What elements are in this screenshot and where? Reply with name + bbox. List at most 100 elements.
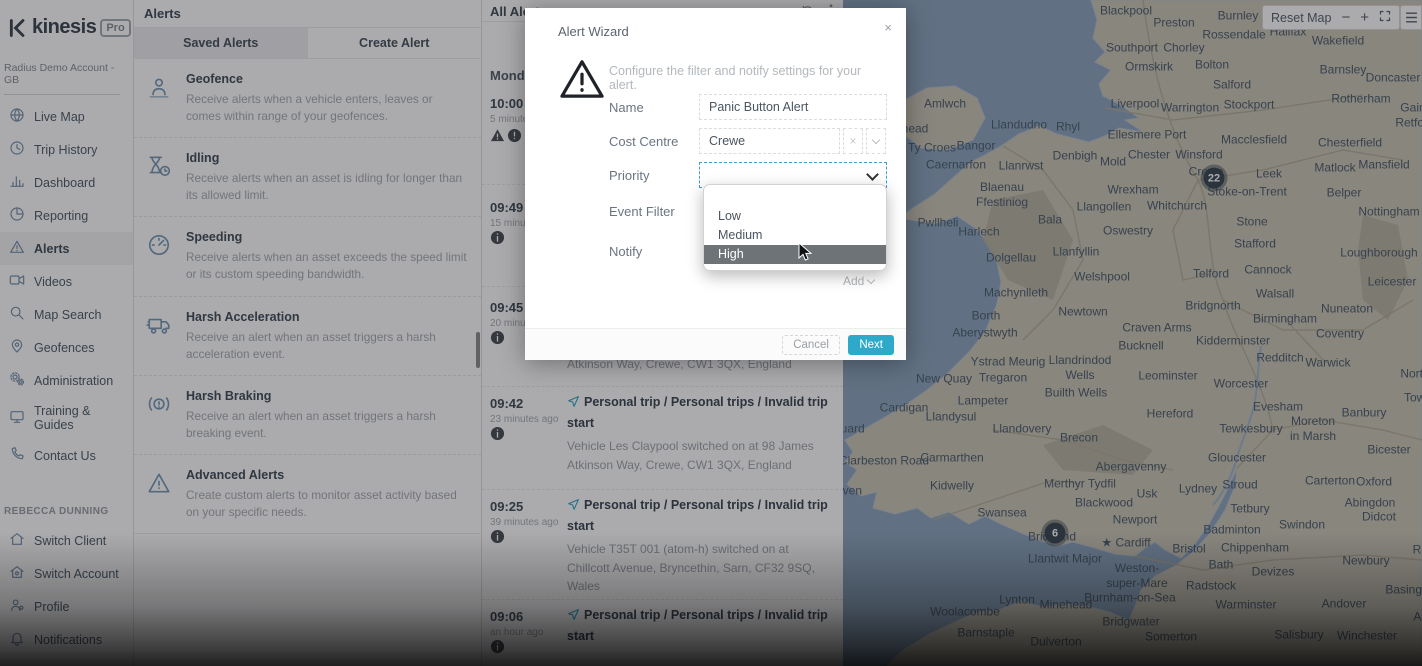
map-pin-icon: [9, 338, 25, 357]
entry-time: 09:42: [490, 396, 523, 411]
zoom-in-button[interactable]: +: [1360, 10, 1369, 25]
alert-type-harsh-acceleration[interactable]: Harsh Acceleration Receive an alert when…: [134, 297, 481, 376]
map-place-label: Aberystwyth: [952, 326, 1017, 341]
map-place-label: Mansfield: [1358, 158, 1409, 173]
sidebar-item-label: Live Map: [34, 110, 85, 124]
map-place-label: Chester: [1128, 148, 1170, 163]
map-place-label: Cannock: [1244, 263, 1291, 278]
phone-icon: [9, 446, 25, 465]
sidebar-item-alerts[interactable]: Alerts: [0, 232, 133, 265]
priority-option-blank[interactable]: [704, 189, 886, 207]
map-place-label: Chorley: [1163, 41, 1204, 56]
map-place-label: Tewkesbury: [1219, 422, 1282, 437]
sidebar-item-administration[interactable]: Administration: [0, 364, 133, 397]
sidebar-item-switch-account[interactable]: Switch Account: [0, 557, 133, 590]
map-place-label: Bala: [1038, 213, 1062, 228]
alert-type-idling[interactable]: Idling Receive alerts when an asset is i…: [134, 138, 481, 217]
map-place-label: Winsford: [1175, 148, 1222, 163]
priority-option-high[interactable]: High: [704, 245, 886, 264]
fullscreen-icon[interactable]: [1379, 10, 1391, 25]
map-place-label: Warwick: [1306, 356, 1351, 371]
name-input[interactable]: Panic Button Alert: [699, 94, 887, 120]
map-place-label: Llandrindod Wells: [1049, 353, 1112, 383]
entry-title[interactable]: Personal trip / Personal trips / Invalid…: [567, 496, 829, 537]
alert-type-harsh-braking[interactable]: Harsh Braking Receive an alert when an a…: [134, 376, 481, 455]
map-menu-button[interactable]: [1400, 5, 1422, 30]
map-place-label: Ty Croes: [908, 141, 956, 156]
sidebar-item-trip-history[interactable]: Trip History: [0, 133, 133, 166]
alert-type-advanced[interactable]: Advanced Alerts Create custom alerts to …: [134, 455, 481, 534]
close-icon[interactable]: ×: [884, 20, 892, 35]
sidebar-item-label: Reporting: [34, 209, 88, 223]
reset-map-button[interactable]: Reset Map: [1271, 11, 1331, 25]
monitor-icon: [9, 409, 25, 428]
entry-ago: an hour ago: [490, 627, 543, 638]
chevron-down-icon: [867, 276, 875, 284]
map-place-label: Reading: [1413, 543, 1422, 558]
info-badge-icon: [490, 230, 505, 245]
trip-plane-icon: [567, 610, 580, 624]
sidebar-item-profile[interactable]: Profile: [0, 590, 133, 623]
map-place-label: Preston: [1153, 16, 1194, 31]
geofence-icon: [146, 72, 174, 125]
alert-type-desc: Receive alerts when a vehicle enters, le…: [186, 91, 469, 125]
bar-chart-icon: [9, 173, 25, 192]
next-button[interactable]: Next: [848, 335, 894, 355]
scrollbar-thumb[interactable]: [476, 332, 480, 368]
sidebar-item-contact-us[interactable]: Contact Us: [0, 439, 133, 472]
sidebar-item-training-guides[interactable]: Training & Guides: [0, 397, 133, 439]
map-place-label: Bucknell: [1118, 339, 1163, 354]
map-place-label: Abingdon: [1345, 496, 1396, 511]
sidebar-item-reporting[interactable]: Reporting: [0, 199, 133, 232]
alerts-panel: Alerts Saved Alerts Create Alert Geofenc…: [134, 0, 482, 666]
priority-option-medium[interactable]: Medium: [704, 226, 886, 245]
sidebar-item-label: Dashboard: [34, 176, 95, 190]
cancel-button[interactable]: Cancel: [782, 335, 840, 355]
map-place-label: Amlwch: [924, 97, 966, 112]
map-place-label: Blackpool: [1100, 4, 1152, 19]
sidebar-item-live-map[interactable]: Live Map: [0, 100, 133, 133]
entry-title[interactable]: Personal trip / Personal trips / Invalid…: [567, 393, 829, 434]
sidebar-item-dashboard[interactable]: Dashboard: [0, 166, 133, 199]
cost-centre-caret-icon[interactable]: [866, 128, 886, 154]
tab-create-alert[interactable]: Create Alert: [308, 28, 482, 58]
map[interactable]: BlackpoolPrestonBurnleyRossendaleHalifax…: [843, 0, 1422, 666]
map-place-label: Moreton in Marsh: [1290, 414, 1336, 444]
map-place-label: Blackwood: [1075, 496, 1133, 511]
sidebar-item-geofences[interactable]: Geofences: [0, 331, 133, 364]
map-place-label: Badminton: [1203, 523, 1260, 538]
sidebar-item-label: Alerts: [34, 242, 69, 256]
zoom-out-button[interactable]: −: [1341, 10, 1350, 25]
map-place-label: Blaenau Ffestiniog: [976, 180, 1028, 210]
map-place-label: Banbury: [1342, 406, 1387, 421]
map-place-label: Bristol: [1172, 542, 1205, 557]
priority-option-low[interactable]: Low: [704, 207, 886, 226]
entry-title[interactable]: Personal trip / Personal trips / Invalid…: [567, 606, 829, 647]
sidebar-item-switch-client[interactable]: Switch Client: [0, 524, 133, 557]
modal-description: Configure the filter and notify settings…: [609, 64, 889, 92]
sidebar-item-map-search[interactable]: Map Search: [0, 298, 133, 331]
speedometer-icon: [146, 230, 174, 283]
add-button[interactable]: Add: [843, 274, 874, 288]
sidebar-item-notifications[interactable]: Notifications: [0, 623, 133, 656]
map-cluster-marker[interactable]: 22: [1201, 165, 1228, 192]
alert-type-speeding[interactable]: Speeding Receive alerts when an asset ex…: [134, 217, 481, 296]
modal-title: Alert Wizard: [558, 24, 629, 39]
alert-type-title: Speeding: [186, 230, 469, 244]
search-icon: [9, 305, 25, 324]
map-place-label: Harlech: [958, 225, 999, 240]
idling-hourglass-icon: [146, 151, 174, 204]
map-place-label: Hereford: [1147, 407, 1194, 422]
map-place-label: Swindon: [1279, 518, 1325, 533]
tab-saved-alerts[interactable]: Saved Alerts: [134, 28, 308, 58]
map-place-label: Worcester: [1214, 377, 1268, 392]
map-cluster-marker[interactable]: 6: [1042, 520, 1069, 547]
map-place-label: Denbigh: [1053, 149, 1098, 164]
account-selector[interactable]: Radius Demo Account - GB: [4, 62, 120, 95]
cost-centre-clear-icon[interactable]: ×: [843, 128, 863, 154]
sidebar-item-videos[interactable]: Videos: [0, 265, 133, 298]
alert-type-geofence[interactable]: Geofence Receive alerts when a vehicle e…: [134, 59, 481, 138]
map-place-label: Fishguard: [843, 422, 865, 437]
brand-name: kinesis: [32, 16, 96, 39]
cost-centre-select[interactable]: Crewe: [699, 128, 840, 154]
